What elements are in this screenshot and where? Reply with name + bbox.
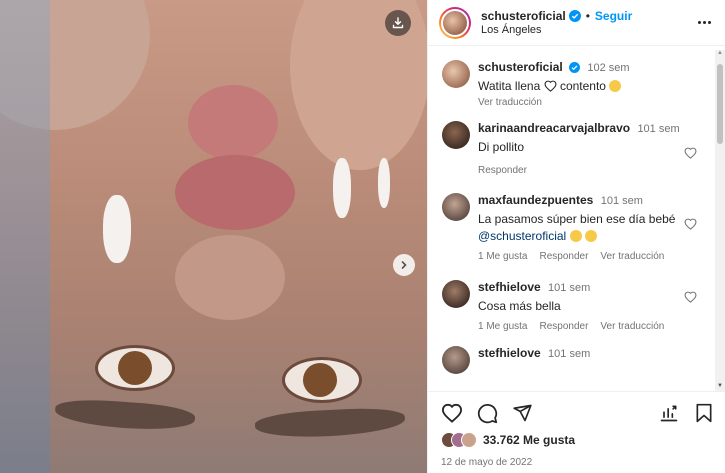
post-image[interactable] bbox=[0, 0, 427, 473]
verified-badge-icon bbox=[569, 62, 581, 73]
likes-count[interactable]: 1 Me gusta bbox=[478, 251, 527, 262]
separator-dot: • bbox=[585, 9, 590, 23]
comments-scrollbar[interactable]: ▲ ▼ bbox=[715, 50, 725, 391]
heart-eyes-emoji-icon bbox=[569, 230, 582, 242]
caption: schusteroficial 102 sem Watita llena con… bbox=[442, 60, 711, 108]
image-lips bbox=[175, 155, 295, 230]
post-header: schusteroficial • Seguir Los Ángeles bbox=[428, 0, 725, 46]
caption-text: Watita llena contento bbox=[478, 78, 685, 95]
post-side-panel: schusteroficial • Seguir Los Ángeles ▲▼ bbox=[427, 0, 725, 473]
share-icon[interactable] bbox=[512, 403, 533, 423]
comment-text: Cosa más bella bbox=[478, 299, 561, 313]
download-button[interactable] bbox=[385, 10, 411, 36]
heart-icon[interactable] bbox=[684, 291, 697, 303]
pleading-emoji-icon bbox=[584, 230, 597, 242]
reply-button[interactable]: Responder bbox=[539, 251, 588, 262]
post-date[interactable]: 12 de mayo de 2022 bbox=[441, 457, 713, 468]
comment-username[interactable]: schusteroficial bbox=[478, 60, 563, 74]
likes-count[interactable]: 1 Me gusta bbox=[478, 321, 527, 332]
comment-item: maxfaundezpuentes 101 sem La pasamos súp… bbox=[442, 193, 711, 262]
comment-time[interactable]: 101 sem bbox=[548, 282, 590, 294]
heart-icon[interactable] bbox=[684, 218, 697, 230]
more-icon[interactable] bbox=[694, 17, 715, 28]
author-avatar[interactable] bbox=[439, 6, 471, 39]
image-nail bbox=[103, 195, 131, 263]
comment-item: stefhielove 101 sem bbox=[442, 346, 711, 374]
comment-item: karinaandreacarvajalbravo 101 sem Di pol… bbox=[442, 121, 711, 176]
download-icon bbox=[392, 17, 404, 29]
liker-avatars[interactable] bbox=[441, 432, 477, 448]
comment-item: stefhielove 101 sem Cosa más bella 1 Me … bbox=[442, 280, 711, 332]
image-nose bbox=[175, 235, 285, 320]
avatar[interactable] bbox=[442, 280, 470, 308]
comment-time[interactable]: 101 sem bbox=[601, 195, 643, 207]
heart-outline-emoji-icon bbox=[544, 80, 557, 92]
mention-link[interactable]: @schusteroficial bbox=[478, 229, 566, 243]
next-image-button[interactable] bbox=[393, 254, 415, 276]
avatar[interactable] bbox=[442, 60, 470, 88]
chevron-right-icon bbox=[401, 261, 407, 269]
author-username[interactable]: schusteroficial bbox=[481, 9, 566, 23]
likes-row: 33.762 Me gusta bbox=[441, 432, 713, 448]
comment-username[interactable]: karinaandreacarvajalbravo bbox=[478, 121, 630, 135]
avatar[interactable] bbox=[442, 193, 470, 221]
image-nail bbox=[333, 158, 351, 218]
tongue-emoji-icon bbox=[609, 80, 622, 92]
image-nail bbox=[378, 158, 390, 208]
image-shirt bbox=[0, 0, 50, 473]
heart-icon[interactable] bbox=[441, 403, 463, 423]
comment-time[interactable]: 101 sem bbox=[548, 348, 590, 360]
action-bar bbox=[441, 400, 713, 426]
comment-text: Di pollito bbox=[478, 140, 525, 154]
instagram-post: schusteroficial • Seguir Los Ángeles ▲▼ bbox=[0, 0, 725, 473]
comment-username[interactable]: stefhielove bbox=[478, 280, 541, 294]
likes-count[interactable]: 33.762 Me gusta bbox=[483, 433, 575, 447]
reply-button[interactable]: Responder bbox=[478, 165, 527, 176]
reply-button[interactable]: Responder bbox=[539, 321, 588, 332]
image-iris-left bbox=[118, 351, 152, 385]
image-iris-right bbox=[303, 363, 337, 397]
avatar[interactable] bbox=[442, 121, 470, 149]
avatar[interactable] bbox=[442, 346, 470, 374]
heart-icon[interactable] bbox=[684, 147, 697, 159]
image-brow-left bbox=[54, 397, 196, 433]
comment-username[interactable]: maxfaundezpuentes bbox=[478, 193, 593, 207]
follow-button[interactable]: Seguir bbox=[595, 9, 632, 23]
chart-icon[interactable] bbox=[659, 403, 679, 423]
comment-username[interactable]: stefhielove bbox=[478, 346, 541, 360]
save-icon[interactable] bbox=[695, 403, 713, 423]
verified-badge-icon bbox=[568, 10, 581, 22]
comment-time[interactable]: 101 sem bbox=[637, 123, 679, 135]
comments-list: ▲▼ schusteroficial 102 sem Watita llena bbox=[428, 46, 725, 391]
image-brow-right bbox=[254, 406, 406, 440]
see-translation-link[interactable]: Ver traducción bbox=[600, 321, 664, 332]
comment-icon[interactable] bbox=[477, 403, 498, 424]
see-translation-link[interactable]: Ver traducción bbox=[478, 97, 542, 108]
see-translation-link[interactable]: Ver traducción bbox=[600, 251, 664, 262]
comment-time[interactable]: 102 sem bbox=[587, 62, 629, 74]
image-lips bbox=[188, 85, 278, 160]
post-footer: 33.762 Me gusta 12 de mayo de 2022 bbox=[428, 391, 725, 473]
post-location[interactable]: Los Ángeles bbox=[481, 24, 694, 36]
comment-text: La pasamos súper bien ese día bebé @schu… bbox=[478, 212, 676, 243]
